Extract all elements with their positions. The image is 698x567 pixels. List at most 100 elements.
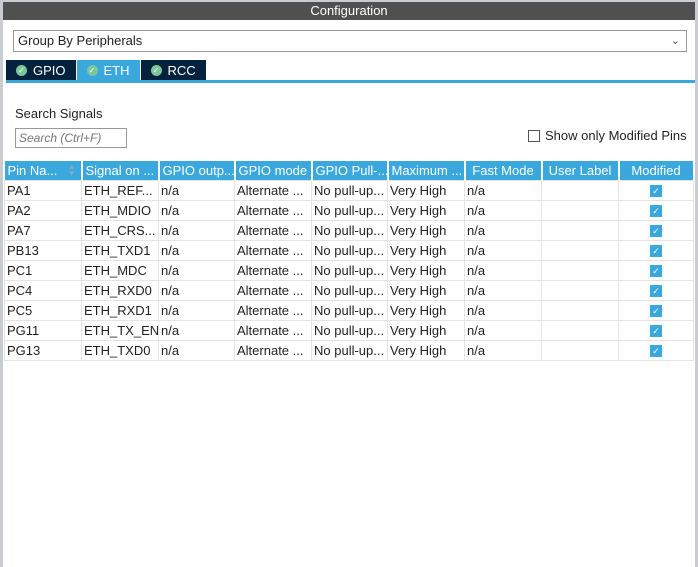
table-cell: Alternate ... (234, 339, 312, 361)
table-cell: n/a (158, 219, 235, 241)
table-cell: ETH_REF... (81, 179, 159, 201)
modified-cell: ✓ (618, 199, 694, 221)
table-cell: n/a (158, 319, 235, 341)
table-cell: Alternate ... (234, 259, 312, 281)
table-cell (541, 259, 619, 281)
table-cell: Alternate ... (234, 199, 312, 221)
table-cell: Alternate ... (234, 239, 312, 261)
show-modified-checkbox[interactable]: Show only Modified Pins (528, 128, 687, 143)
table-cell: PC4 (4, 279, 82, 301)
table-row[interactable]: PG11 ETH_TX_EN n/a Alternate ... No pull-up.… (4, 319, 694, 341)
table-cell: n/a (158, 339, 235, 361)
table-cell: Alternate ... (234, 299, 312, 321)
search-input[interactable] (15, 128, 127, 148)
table-cell (541, 239, 619, 261)
table-cell: PG13 (4, 339, 82, 361)
table-cell: n/a (464, 219, 542, 241)
modified-cell: ✓ (618, 179, 694, 201)
table-cell: Alternate ... (234, 319, 312, 341)
table-cell (541, 279, 619, 301)
tab-eth[interactable]: ✓ ETH (76, 60, 140, 80)
table-row[interactable]: PA1 ETH_REF... n/a Alternate ... No pull-up.… (4, 179, 694, 201)
check-circle-icon: ✓ (86, 64, 98, 76)
panel-title: Configuration (3, 2, 695, 20)
checkbox-checked-icon[interactable]: ✓ (650, 265, 662, 278)
table-cell: n/a (158, 199, 235, 221)
table-row[interactable]: PA2 ETH_MDIO n/a Alternate ... No pull-up...… (4, 199, 694, 221)
table-cell: n/a (464, 199, 542, 221)
column-header[interactable]: GPIO mode (234, 161, 313, 180)
table-row[interactable]: PC4 ETH_RXD0 n/a Alternate ... No pull-up...… (4, 279, 694, 301)
table-cell: n/a (158, 299, 235, 321)
table-cell: n/a (464, 179, 542, 201)
checkbox-checked-icon[interactable]: ✓ (650, 245, 662, 258)
table-cell: ETH_TX_EN (81, 319, 159, 341)
column-header[interactable]: Pin Na... ▲ ▼ (4, 161, 83, 180)
checkbox-icon (528, 129, 540, 142)
table-row[interactable]: PB13 ETH_TXD1 n/a Alternate ... No pull-up..… (4, 239, 694, 261)
column-header[interactable]: GPIO outp... (158, 161, 236, 180)
chevron-down-icon: ⌄ (670, 35, 680, 47)
table-row[interactable]: PG13 ETH_TXD0 n/a Alternate ... No pull-up..… (4, 339, 694, 361)
checkbox-checked-icon[interactable]: ✓ (650, 205, 662, 218)
table-cell (541, 319, 619, 341)
table-cell: Alternate ... (234, 279, 312, 301)
table-cell: PG11 (4, 319, 82, 341)
column-header[interactable]: Signal on ... (81, 161, 160, 180)
tab-rcc[interactable]: ✓ RCC (140, 60, 206, 80)
column-header[interactable]: Maximum ... (387, 161, 466, 180)
table-cell: n/a (464, 239, 542, 261)
table-cell: ETH_MDC (81, 259, 159, 281)
checkbox-checked-icon[interactable]: ✓ (650, 345, 662, 358)
column-header[interactable]: GPIO Pull-... (311, 161, 389, 180)
table-cell: n/a (464, 259, 542, 281)
tab-underline (6, 80, 695, 83)
table-cell: No pull-up... (311, 199, 388, 221)
table-row[interactable]: PC5 ETH_RXD1 n/a Alternate ... No pull-up...… (4, 299, 694, 321)
table-row[interactable]: PC1 ETH_MDC n/a Alternate ... No pull-up... V… (4, 259, 694, 281)
table-row[interactable]: PA7 ETH_CRS... n/a Alternate ... No pull-up.… (4, 219, 694, 241)
check-circle-icon: ✓ (16, 64, 27, 76)
table-cell: ETH_RXD0 (81, 279, 159, 301)
table-cell: n/a (464, 279, 542, 301)
group-by-dropdown[interactable]: Group By Peripherals ⌄ (13, 30, 687, 52)
table-cell: No pull-up... (311, 319, 388, 341)
modified-cell: ✓ (618, 299, 694, 321)
table-cell: Very High (387, 299, 465, 321)
column-header[interactable]: Modified (618, 161, 695, 180)
modified-cell: ✓ (618, 339, 694, 361)
group-by-value: Group By Peripherals (18, 33, 143, 48)
table-cell: Very High (387, 259, 465, 281)
table-cell: No pull-up... (311, 179, 388, 201)
tab-label: GPIO (33, 62, 66, 78)
table-cell: Very High (387, 219, 465, 241)
configuration-panel: Configuration Group By Peripherals ⌄ ✓ GPI… (3, 2, 695, 567)
check-circle-icon: ✓ (150, 64, 162, 76)
tab-label: ETH (103, 62, 130, 78)
table-cell: Alternate ... (234, 179, 312, 201)
checkbox-checked-icon[interactable]: ✓ (650, 285, 662, 298)
table-cell: n/a (464, 319, 542, 341)
checkbox-checked-icon[interactable]: ✓ (650, 225, 662, 238)
pin-table: Pin Na... ▲ ▼ Signal on ... GPIO outp... GPIO… (4, 161, 695, 361)
modified-cell: ✓ (618, 259, 694, 281)
table-cell: No pull-up... (311, 299, 388, 321)
column-header[interactable]: User Label (541, 161, 620, 180)
table-cell: PA2 (4, 199, 82, 221)
table-cell: n/a (464, 299, 542, 321)
table-cell: ETH_CRS... (81, 219, 159, 241)
checkbox-checked-icon[interactable]: ✓ (650, 185, 662, 198)
checkbox-checked-icon[interactable]: ✓ (650, 305, 662, 318)
table-cell: No pull-up... (311, 239, 388, 261)
modified-cell: ✓ (618, 219, 694, 241)
tab-gpio[interactable]: ✓ GPIO (6, 60, 76, 80)
table-cell: ETH_MDIO (81, 199, 159, 221)
checkbox-checked-icon[interactable]: ✓ (650, 325, 662, 338)
table-cell: n/a (158, 239, 235, 261)
table-cell: Very High (387, 319, 465, 341)
column-header[interactable]: Fast Mode (464, 161, 543, 180)
sort-icon[interactable]: ▲ ▼ (68, 163, 76, 178)
table-cell: No pull-up... (311, 339, 388, 361)
table-cell: Very High (387, 339, 465, 361)
table-cell: ETH_TXD1 (81, 239, 159, 261)
